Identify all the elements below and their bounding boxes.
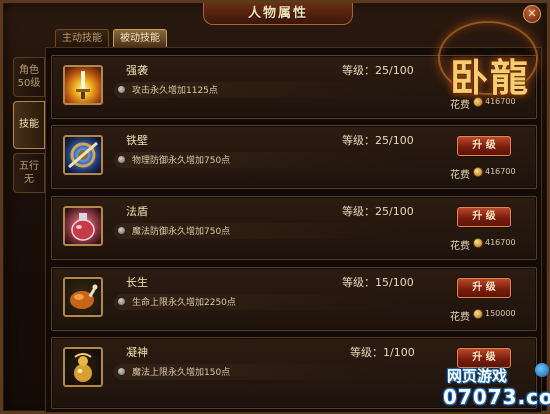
tab-active-skills[interactable]: 主动技能 [55, 29, 109, 47]
coin-icon [473, 97, 483, 107]
skill-level: 等级：1/100 [350, 346, 415, 359]
tab-passive-skills[interactable]: 被动技能 [113, 29, 167, 47]
side-tab-character-label: 角色 [19, 65, 39, 76]
cost-value: 150000 [485, 309, 516, 318]
bullet-icon [118, 86, 125, 93]
skill-row-qiangxi: 强袭 等级：25/100 攻击永久增加1125点 花费 416700 [51, 55, 537, 119]
skill-desc: 攻击永久增加1125点 [132, 86, 218, 96]
window-title: 人物属性 [203, 3, 353, 25]
cost-label: 花费 [450, 100, 470, 111]
skill-level: 等级：15/100 [342, 276, 414, 289]
close-button[interactable]: ✕ [523, 5, 541, 23]
cost-label: 花费 [450, 170, 470, 181]
skill-desc: 物理防御永久增加750点 [132, 156, 231, 166]
magic-potion-icon[interactable] [63, 206, 103, 246]
upgrade-button[interactable]: 升 级 [457, 278, 511, 298]
upgrade-button[interactable]: 升 级 [457, 207, 511, 227]
skill-type-tabs: 主动技能 被动技能 [55, 29, 167, 47]
skill-row-tiebi: 铁壁 等级：25/100 物理防御永久增加750点 升 级 花费 416700 [51, 125, 537, 189]
upgrade-button[interactable]: 升 级 [457, 136, 511, 156]
coin-icon [473, 309, 483, 319]
cost-value: 416700 [485, 238, 516, 247]
side-tab-elements-label: 五行 [19, 161, 39, 172]
watermark-line1: 网页游戏 [447, 367, 508, 385]
roast-chicken-icon[interactable] [63, 277, 103, 317]
cost-label: 花费 [450, 241, 470, 252]
skill-row-changsheng: 长生 等级：15/100 生命上限永久增加2250点 升 级 花费 150000 [51, 267, 537, 331]
skill-desc: 生命上限永久增加2250点 [132, 298, 236, 308]
skill-name: 长生 [126, 276, 148, 289]
skill-name: 凝神 [126, 346, 148, 359]
watermark-dot-icon [535, 363, 549, 377]
side-tab-character-level: 50级 [17, 78, 41, 89]
cost-label: 花费 [450, 312, 470, 323]
skill-level: 等级：25/100 [342, 64, 414, 77]
side-tab-elements[interactable]: 五行 无 [13, 153, 45, 193]
shield-spear-icon[interactable] [63, 135, 103, 175]
sword-burst-icon[interactable] [63, 65, 103, 105]
watermark-line2: 07073.com [443, 385, 550, 409]
side-tab-skills-label: 技能 [19, 119, 39, 130]
cost-value: 416700 [485, 97, 516, 106]
bullet-icon [118, 156, 125, 163]
skill-desc: 魔法防御永久增加750点 [132, 227, 231, 237]
skill-name: 强袭 [126, 64, 148, 77]
side-tab-character[interactable]: 角色 50级 [13, 57, 45, 97]
skill-desc: 魔法上限永久增加150点 [132, 368, 231, 378]
cost-value: 416700 [485, 167, 516, 176]
coin-icon [473, 238, 483, 248]
game-window: 人物属性 ✕ 主动技能 被动技能 角色 50级 技能 五行 无 强袭 等级：25… [0, 0, 550, 414]
bullet-icon [118, 298, 125, 305]
skill-level: 等级：25/100 [342, 134, 414, 147]
coin-icon [473, 167, 483, 177]
skill-name: 法盾 [126, 205, 148, 218]
skill-level: 等级：25/100 [342, 205, 414, 218]
skill-name: 铁壁 [126, 134, 148, 147]
bullet-icon [118, 227, 125, 234]
skill-row-fadun: 法盾 等级：25/100 魔法防御永久增加750点 升 级 花费 416700 [51, 196, 537, 260]
side-tab-elements-value: 无 [24, 174, 34, 185]
bullet-icon [118, 368, 125, 375]
side-tab-skills[interactable]: 技能 [13, 101, 45, 149]
site-watermark: 网页游戏 07073.com [441, 363, 550, 414]
golden-gourd-icon[interactable] [63, 347, 103, 387]
